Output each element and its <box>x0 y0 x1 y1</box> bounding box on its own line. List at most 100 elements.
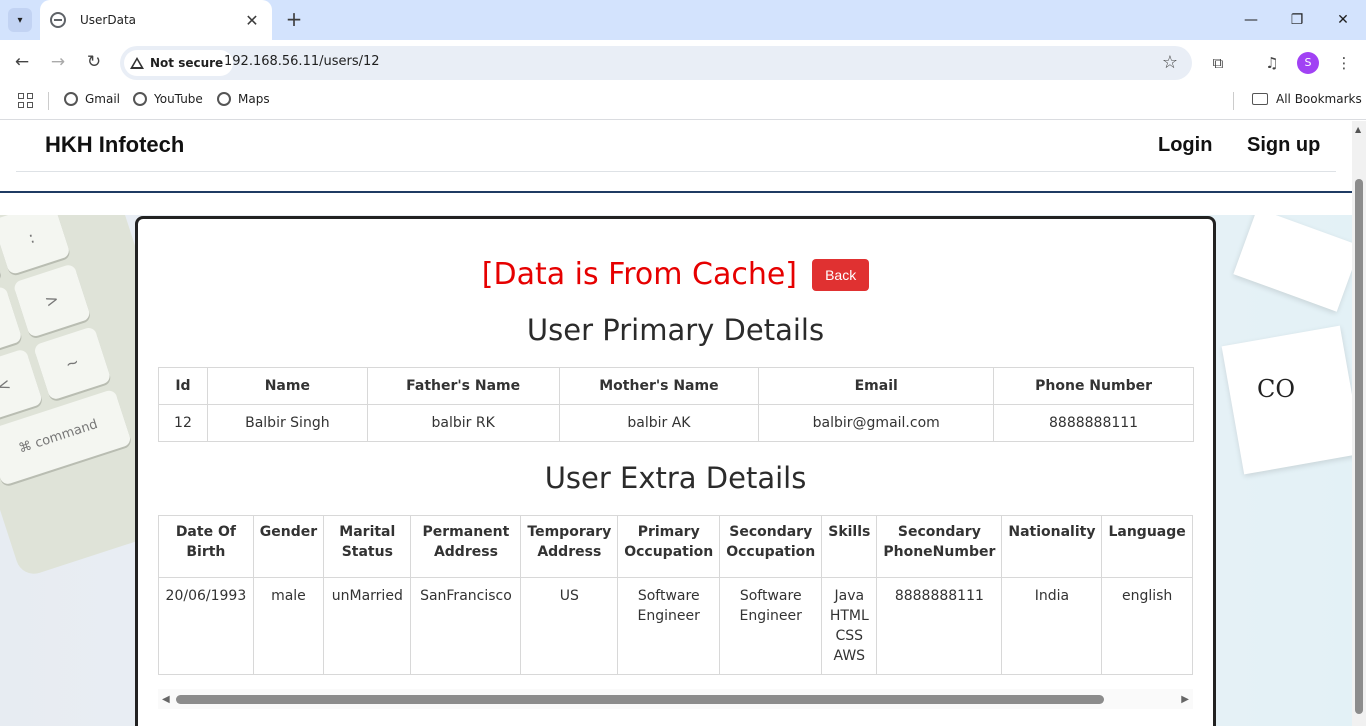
horizontal-scrollbar[interactable]: ◀ ▶ <box>158 689 1193 709</box>
column-header: Secondary Occupation <box>719 515 823 578</box>
folder-icon <box>1252 93 1268 105</box>
table-cell: Software Engineer <box>719 577 823 675</box>
column-header: Gender <box>252 515 325 578</box>
globe-icon <box>217 92 231 106</box>
table-row: 12 Balbir Singh balbir RK balbir AK balb… <box>158 404 1194 442</box>
table-cell: balbir RK <box>366 404 560 442</box>
bookmark-maps[interactable]: Maps <box>217 92 270 106</box>
table-cell: balbir@gmail.com <box>758 404 995 442</box>
tab-title: UserData <box>80 13 137 27</box>
column-header: Marital Status <box>323 515 412 578</box>
extra-details-title: User Extra Details <box>544 461 807 495</box>
back-button[interactable]: Back <box>812 258 870 291</box>
apps-grid-icon[interactable] <box>18 93 34 109</box>
vertical-scroll-thumb[interactable] <box>1355 179 1363 714</box>
column-header: Nationality <box>1001 515 1103 578</box>
column-header: Temporary Address <box>520 515 619 578</box>
bookmark-label: YouTube <box>154 92 203 106</box>
security-chip[interactable]: Not secure <box>124 50 234 76</box>
table-cell <box>1191 577 1193 675</box>
forward-arrow-icon[interactable]: → <box>46 50 70 74</box>
profile-avatar[interactable]: S <box>1297 52 1319 74</box>
web-page: HKH Infotech Login Sign up : L > < ~ ⌘ c… <box>0 121 1352 726</box>
column-header: Email <box>758 367 995 405</box>
table-cell: 8888888111 <box>876 577 1003 675</box>
scroll-left-icon[interactable]: ◀ <box>162 694 170 705</box>
login-link[interactable]: Login <box>1158 134 1212 157</box>
extensions-icon[interactable]: ⧉ <box>1207 52 1229 74</box>
brand-logo-text[interactable]: HKH Infotech <box>45 132 184 158</box>
signup-link[interactable]: Sign up <box>1247 134 1320 157</box>
url-text[interactable]: 192.168.56.11/users/12 <box>224 54 380 69</box>
user-data-panel: [Data is From Cache] Back User Primary D… <box>135 216 1216 726</box>
site-header: HKH Infotech Login Sign up <box>16 121 1336 172</box>
cache-notice-row: [Data is From Cache] Back <box>138 257 1213 292</box>
header-divider <box>0 191 1352 193</box>
scroll-up-icon[interactable]: ▲ <box>1355 125 1361 134</box>
horizontal-scroll-thumb[interactable] <box>176 695 1104 704</box>
column-header: Mother's Name <box>558 367 760 405</box>
warning-icon <box>130 57 144 69</box>
menu-kebab-icon[interactable]: ⋮ <box>1333 52 1355 74</box>
table-header-row: Id Name Father's Name Mother's Name Emai… <box>158 367 1194 405</box>
table-row: 20/06/1993 male unMarried SanFrancisco U… <box>158 577 1193 675</box>
extra-details-scroll-container[interactable]: Date Of Birth Gender Marital Status Perm… <box>158 515 1193 695</box>
table-cell: India <box>1001 577 1103 675</box>
vertical-scrollbar[interactable]: ▲ <box>1352 121 1366 726</box>
business-cards-photo: CO <box>1202 215 1352 515</box>
primary-details-table: Id Name Father's Name Mother's Name Emai… <box>158 367 1194 442</box>
column-header: Primary Occupation <box>617 515 721 578</box>
back-arrow-icon[interactable]: ← <box>10 50 34 74</box>
column-header: Phone Number <box>993 367 1194 405</box>
column-header: E <box>1191 515 1193 578</box>
browser-tab[interactable]: UserData ✕ <box>40 0 272 40</box>
column-header: Name <box>206 367 368 405</box>
bookmark-label: Maps <box>238 92 270 106</box>
divider <box>48 92 49 110</box>
bookmark-gmail[interactable]: Gmail <box>64 92 120 106</box>
bookmark-label: Gmail <box>85 92 121 106</box>
restore-icon[interactable]: ❐ <box>1282 8 1312 32</box>
table-cell: english <box>1101 577 1193 675</box>
column-header: Father's Name <box>366 367 560 405</box>
primary-details-title: User Primary Details <box>526 313 825 347</box>
scroll-right-icon[interactable]: ▶ <box>1181 694 1189 705</box>
globe-icon <box>64 92 78 106</box>
table-cell: 12 <box>158 404 208 442</box>
column-header: Skills <box>821 515 878 578</box>
column-header: Id <box>158 367 208 405</box>
tab-search-chevron-icon[interactable]: ▾ <box>8 8 32 32</box>
table-cell: SanFrancisco <box>410 577 522 675</box>
minimize-icon[interactable]: — <box>1236 8 1266 32</box>
security-label: Not secure <box>150 56 224 70</box>
column-header: Date Of Birth <box>158 515 254 578</box>
all-bookmarks[interactable]: All Bookmarks <box>1252 92 1362 106</box>
table-cell: Software Engineer <box>617 577 721 675</box>
all-bookmarks-label: All Bookmarks <box>1276 92 1362 106</box>
table-cell: 8888888111 <box>993 404 1194 442</box>
table-cell: Java HTML CSS AWS <box>821 577 878 675</box>
cache-notice: [Data is From Cache] <box>481 257 797 292</box>
globe-icon <box>50 12 66 28</box>
globe-icon <box>133 92 147 106</box>
address-bar[interactable]: Not secure 192.168.56.11/users/12 ☆ <box>120 46 1192 80</box>
column-header: Language <box>1101 515 1193 578</box>
plus-icon[interactable]: + <box>282 8 306 32</box>
reload-icon[interactable]: ↻ <box>82 50 106 74</box>
table-cell: unMarried <box>323 577 412 675</box>
column-header: Permanent Address <box>410 515 522 578</box>
bookmarks-bar: Gmail YouTube Maps All Bookmarks <box>0 84 1366 120</box>
divider <box>1233 92 1234 110</box>
bookmark-star-icon[interactable]: ☆ <box>1162 52 1178 73</box>
table-header-row: Date Of Birth Gender Marital Status Perm… <box>158 515 1193 578</box>
browser-toolbar: ← → ↻ Not secure 192.168.56.11/users/12 … <box>0 40 1366 84</box>
media-control-icon[interactable]: ♫ <box>1261 52 1283 74</box>
table-cell: balbir AK <box>558 404 760 442</box>
bookmark-youtube[interactable]: YouTube <box>133 92 203 106</box>
column-header: Secondary PhoneNumber <box>876 515 1003 578</box>
table-cell: Balbir Singh <box>206 404 368 442</box>
table-cell: male <box>252 577 325 675</box>
close-tab-icon[interactable]: ✕ <box>242 11 262 30</box>
table-cell: 20/06/1993 <box>158 577 254 675</box>
window-close-icon[interactable]: ✕ <box>1328 8 1358 32</box>
